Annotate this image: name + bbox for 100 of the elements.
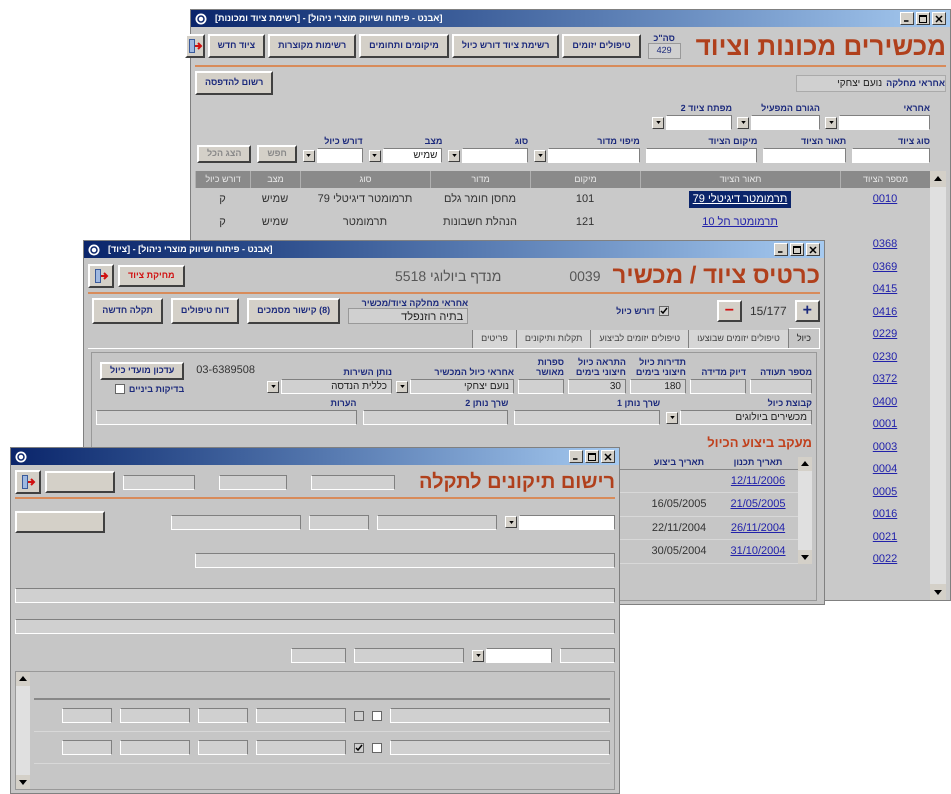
print-button[interactable]: רשום להדפסה bbox=[195, 71, 274, 95]
input-field[interactable] bbox=[309, 514, 369, 530]
input-field[interactable] bbox=[62, 708, 112, 723]
input-field[interactable] bbox=[256, 740, 346, 755]
checkbox[interactable] bbox=[354, 742, 364, 752]
equipment-link[interactable]: תרמומטר דיגיטלי 79 bbox=[688, 191, 792, 208]
input-field[interactable] bbox=[763, 148, 846, 163]
date-link[interactable]: 21/05/2005 bbox=[730, 496, 786, 512]
close-button[interactable] bbox=[806, 243, 820, 256]
equipment-number-link[interactable]: 0010 bbox=[872, 191, 898, 208]
equipment-number-link[interactable]: 0229 bbox=[872, 326, 898, 342]
combo-box[interactable] bbox=[666, 115, 732, 130]
input-field[interactable] bbox=[852, 148, 930, 163]
input-field[interactable] bbox=[219, 474, 288, 490]
equipment-number-link[interactable]: 0372 bbox=[872, 371, 898, 388]
date-link[interactable]: 31/10/2004 bbox=[730, 543, 786, 560]
equipment-number-link[interactable]: 0368 bbox=[872, 236, 898, 252]
input-field[interactable] bbox=[560, 648, 615, 663]
equipment-number-link[interactable]: 0021 bbox=[872, 528, 898, 545]
toolbar-button[interactable]: טיפולים יזומים bbox=[562, 34, 641, 58]
input-field[interactable] bbox=[198, 740, 248, 755]
combo-box[interactable]: כללית הנדסה bbox=[281, 379, 392, 394]
tab[interactable]: פריטים bbox=[472, 330, 516, 348]
input-field[interactable] bbox=[198, 708, 248, 723]
checkbox[interactable] bbox=[372, 742, 382, 752]
tab[interactable]: כיול bbox=[788, 328, 820, 348]
scrollbar[interactable] bbox=[16, 672, 30, 789]
dropdown-button[interactable] bbox=[396, 380, 408, 392]
input-field[interactable] bbox=[120, 708, 190, 723]
input-field[interactable] bbox=[377, 514, 497, 530]
toolbar-button[interactable]: ציוד חדש bbox=[208, 34, 266, 58]
combo-box[interactable]: מכשירים ביולוגים bbox=[680, 410, 812, 425]
toolbar-button[interactable]: מיקומים ותחומים bbox=[359, 34, 449, 58]
input-field[interactable]: 30 bbox=[568, 379, 626, 394]
input-field[interactable] bbox=[62, 740, 112, 755]
action-button[interactable]: (8) קישור מסמכים bbox=[247, 298, 340, 324]
update-button[interactable]: עדכון מועדי כיול bbox=[100, 362, 184, 380]
combo-box[interactable] bbox=[316, 148, 363, 163]
input-field[interactable] bbox=[354, 648, 464, 663]
input-field[interactable] bbox=[256, 708, 346, 723]
input-field[interactable] bbox=[750, 379, 812, 394]
close-button[interactable] bbox=[932, 12, 946, 25]
dropdown-button[interactable] bbox=[534, 150, 546, 162]
input-field[interactable] bbox=[362, 410, 508, 425]
delete-button[interactable]: מחיקת ציוד bbox=[118, 265, 185, 287]
button[interactable] bbox=[15, 511, 105, 533]
equipment-number-link[interactable]: 0415 bbox=[872, 281, 898, 298]
close-button[interactable] bbox=[601, 450, 615, 463]
input-field[interactable] bbox=[171, 514, 301, 530]
checkbox[interactable] bbox=[372, 710, 382, 720]
combo-box[interactable]: נועם יצחקי bbox=[410, 379, 514, 394]
input-field[interactable] bbox=[646, 148, 758, 163]
equipment-number-link[interactable]: 0016 bbox=[872, 506, 898, 522]
dropdown-button[interactable] bbox=[368, 150, 381, 162]
dropdown-button[interactable] bbox=[652, 116, 664, 128]
combo-box[interactable] bbox=[462, 148, 528, 163]
action-button[interactable]: תקלה חדשה bbox=[92, 298, 163, 324]
input-field[interactable] bbox=[15, 588, 615, 603]
exit-button[interactable] bbox=[184, 34, 205, 58]
input-field[interactable] bbox=[122, 474, 196, 490]
checkbox[interactable] bbox=[354, 710, 364, 720]
tab[interactable]: תקלות ותיקונים bbox=[516, 330, 590, 348]
previous-button[interactable]: − bbox=[716, 300, 742, 322]
equipment-number-link[interactable]: 0022 bbox=[872, 551, 898, 568]
equipment-number-link[interactable]: 0003 bbox=[872, 438, 898, 455]
checkbox[interactable] bbox=[114, 384, 125, 394]
equipment-number-link[interactable]: 0005 bbox=[872, 484, 898, 500]
minimize-button[interactable] bbox=[900, 12, 914, 25]
input-field[interactable] bbox=[96, 410, 357, 425]
combo-box[interactable] bbox=[519, 514, 615, 530]
dropdown-button[interactable] bbox=[737, 116, 749, 128]
date-link[interactable]: 12/11/2006 bbox=[730, 472, 786, 489]
toolbar-button[interactable]: רשימת ציוד דורש כיול bbox=[452, 34, 560, 58]
input-field[interactable] bbox=[518, 379, 564, 394]
input-field[interactable] bbox=[15, 619, 615, 634]
scrollbar[interactable] bbox=[930, 171, 946, 600]
exit-button[interactable] bbox=[14, 470, 41, 494]
tab[interactable]: טיפולים יזומים שבוצעו bbox=[688, 330, 788, 348]
checkbox[interactable] bbox=[658, 306, 669, 316]
combo-box[interactable] bbox=[751, 115, 820, 130]
dropdown-button[interactable] bbox=[505, 516, 517, 528]
combo-box[interactable] bbox=[548, 148, 640, 163]
combo-box[interactable] bbox=[486, 648, 552, 663]
dropdown-button[interactable] bbox=[448, 150, 460, 162]
input-field[interactable] bbox=[311, 474, 395, 490]
scrollbar[interactable] bbox=[798, 456, 812, 564]
button[interactable] bbox=[44, 471, 115, 493]
maximize-button[interactable] bbox=[585, 450, 599, 463]
dropdown-button[interactable] bbox=[825, 116, 837, 128]
equipment-number-link[interactable]: 0416 bbox=[872, 304, 898, 320]
tab[interactable]: טיפולים יזומים לביצוע bbox=[590, 330, 688, 348]
input-field[interactable] bbox=[291, 648, 346, 663]
toolbar-button[interactable]: רשימות מקוצרות bbox=[268, 34, 356, 58]
next-button[interactable]: + bbox=[794, 300, 820, 322]
input-field[interactable] bbox=[514, 410, 660, 425]
maximize-button[interactable] bbox=[916, 12, 930, 25]
equipment-number-link[interactable]: 0004 bbox=[872, 461, 898, 478]
input-field[interactable] bbox=[390, 740, 610, 755]
equipment-number-link[interactable]: 0001 bbox=[872, 416, 898, 432]
maximize-button[interactable] bbox=[790, 243, 804, 256]
